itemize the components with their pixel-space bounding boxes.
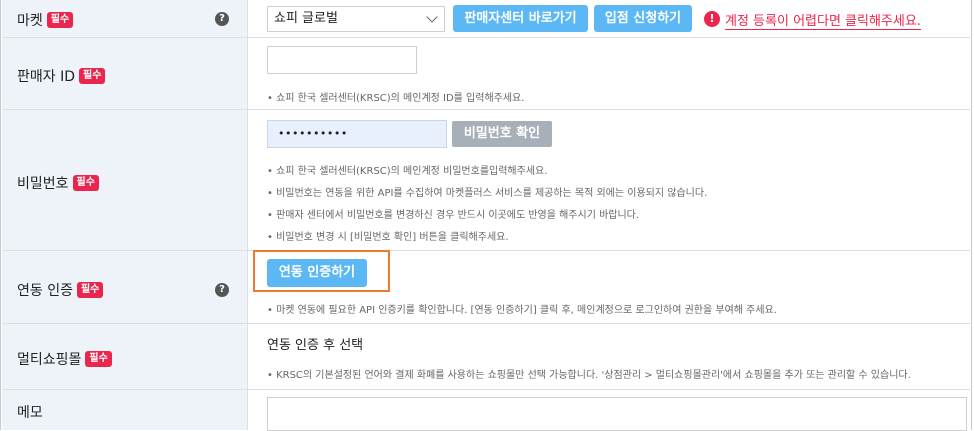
seller-center-button[interactable]: 판매자센터 바로가기 <box>453 5 588 32</box>
label-cell: 마켓 필수 ? <box>2 0 248 37</box>
label-cell: 비밀번호 필수 <box>2 110 248 250</box>
auth-label-text: 연동 인증 <box>17 283 73 299</box>
password-row: 비밀번호 필수 •••••••••• 비밀번호 확인 • 쇼피 한국 셀러센터(… <box>2 110 970 251</box>
memo-label: 메모 <box>17 402 43 422</box>
label-cell: 메모 <box>2 390 248 430</box>
auth-button[interactable]: 연동 인증하기 <box>267 259 367 287</box>
password-note: • 쇼피 한국 셀러센터(KRSC)의 메인계정 비밀번호를입력해주세요. <box>267 166 548 177</box>
help-icon[interactable]: ? <box>215 283 229 297</box>
label-cell: 판매자 ID 필수 <box>2 38 248 109</box>
help-icon[interactable]: ? <box>215 12 229 26</box>
required-badge: 필수 <box>76 282 104 298</box>
seller-id-content: • 쇼피 한국 셀러센터(KRSC)의 메인계정 ID를 입력해주세요. <box>267 38 970 109</box>
chevron-down-icon <box>426 11 438 23</box>
account-help-link[interactable]: 계정 등록이 어렵다면 클릭해주세요. <box>725 10 921 30</box>
auth-row: 연동 인증 필수 ? 연동 인증하기 • 마켓 연동에 필요한 API 인증키를… <box>2 250 970 324</box>
required-badge: 필수 <box>72 175 99 191</box>
label-cell: 연동 인증 필수 ? <box>2 251 248 323</box>
multi-mall-label-text: 멀티쇼핑몰 <box>17 352 82 368</box>
required-badge: 필수 <box>85 351 112 367</box>
password-note: • 비밀번호는 연동을 위한 API를 수집하여 마켓플러스 서비스를 제공하는… <box>267 188 708 199</box>
seller-id-note: • 쇼피 한국 셀러센터(KRSC)의 메인계정 ID를 입력해주세요. <box>267 93 525 104</box>
multi-mall-content: 연동 인증 후 선택 • KRSC의 기본설정된 언어와 결제 화폐를 사용하는… <box>267 324 970 389</box>
market-select-value: 쇼피 글로벌 <box>274 11 338 26</box>
required-badge: 필수 <box>46 12 74 28</box>
required-badge: 필수 <box>79 68 106 84</box>
password-content: •••••••••• 비밀번호 확인 • 쇼피 한국 셀러센터(KRSC)의 메… <box>267 110 970 250</box>
password-label-text: 비밀번호 <box>17 176 69 192</box>
password-note: • 비밀번호 변경 시 [비밀번호 확인] 버튼을 클릭해주세요. <box>267 232 509 243</box>
apply-button[interactable]: 입점 신청하기 <box>594 5 692 32</box>
password-note: • 판매자 센터에서 비밀번호를 변경하신 경우 반드시 이곳에도 반영을 해주… <box>267 210 640 221</box>
market-settings-form: 마켓 필수 ? 쇼피 글로벌 판매자센터 바로가기 입점 신청하기 ! 계정 등… <box>0 0 972 431</box>
label-cell: 멀티쇼핑몰 필수 <box>2 324 248 389</box>
multi-mall-status: 연동 인증 후 선택 <box>267 338 364 353</box>
auth-content: 연동 인증하기 • 마켓 연동에 필요한 API 인증키를 확인합니다. [연동… <box>253 250 970 323</box>
seller-id-row: 판매자 ID 필수 • 쇼피 한국 셀러센터(KRSC)의 메인계정 ID를 입… <box>2 38 970 110</box>
multi-mall-label: 멀티쇼핑몰 필수 <box>17 349 112 369</box>
market-label-text: 마켓 <box>17 13 43 29</box>
memo-input[interactable] <box>267 397 967 431</box>
password-input[interactable]: •••••••••• <box>267 120 447 148</box>
market-label: 마켓 필수 <box>17 10 74 30</box>
multi-mall-note: • KRSC의 기본설정된 언어와 결제 화폐를 사용하는 쇼핑몰만 선택 가능… <box>267 370 911 381</box>
market-content: 쇼피 글로벌 판매자센터 바로가기 입점 신청하기 ! 계정 등록이 어렵다면 … <box>267 0 970 37</box>
auth-label: 연동 인증 필수 <box>17 280 104 300</box>
memo-content <box>267 390 970 431</box>
seller-id-label: 판매자 ID 필수 <box>17 66 106 86</box>
market-row: 마켓 필수 ? 쇼피 글로벌 판매자센터 바로가기 입점 신청하기 ! 계정 등… <box>2 0 970 38</box>
seller-id-input[interactable] <box>267 46 417 74</box>
multi-mall-row: 멀티쇼핑몰 필수 연동 인증 후 선택 • KRSC의 기본설정된 언어와 결제… <box>2 324 970 390</box>
auth-note: • 마켓 연동에 필요한 API 인증키를 확인합니다. [연동 인증하기] 클… <box>267 305 777 316</box>
warning-icon: ! <box>704 11 720 27</box>
market-select[interactable]: 쇼피 글로벌 <box>267 6 445 32</box>
seller-id-label-text: 판매자 ID <box>17 69 75 85</box>
memo-row: 메모 <box>2 390 970 431</box>
password-confirm-button[interactable]: 비밀번호 확인 <box>452 121 552 147</box>
memo-label-text: 메모 <box>17 405 43 421</box>
password-masked-value: •••••••••• <box>278 127 348 140</box>
password-label: 비밀번호 필수 <box>17 173 99 193</box>
